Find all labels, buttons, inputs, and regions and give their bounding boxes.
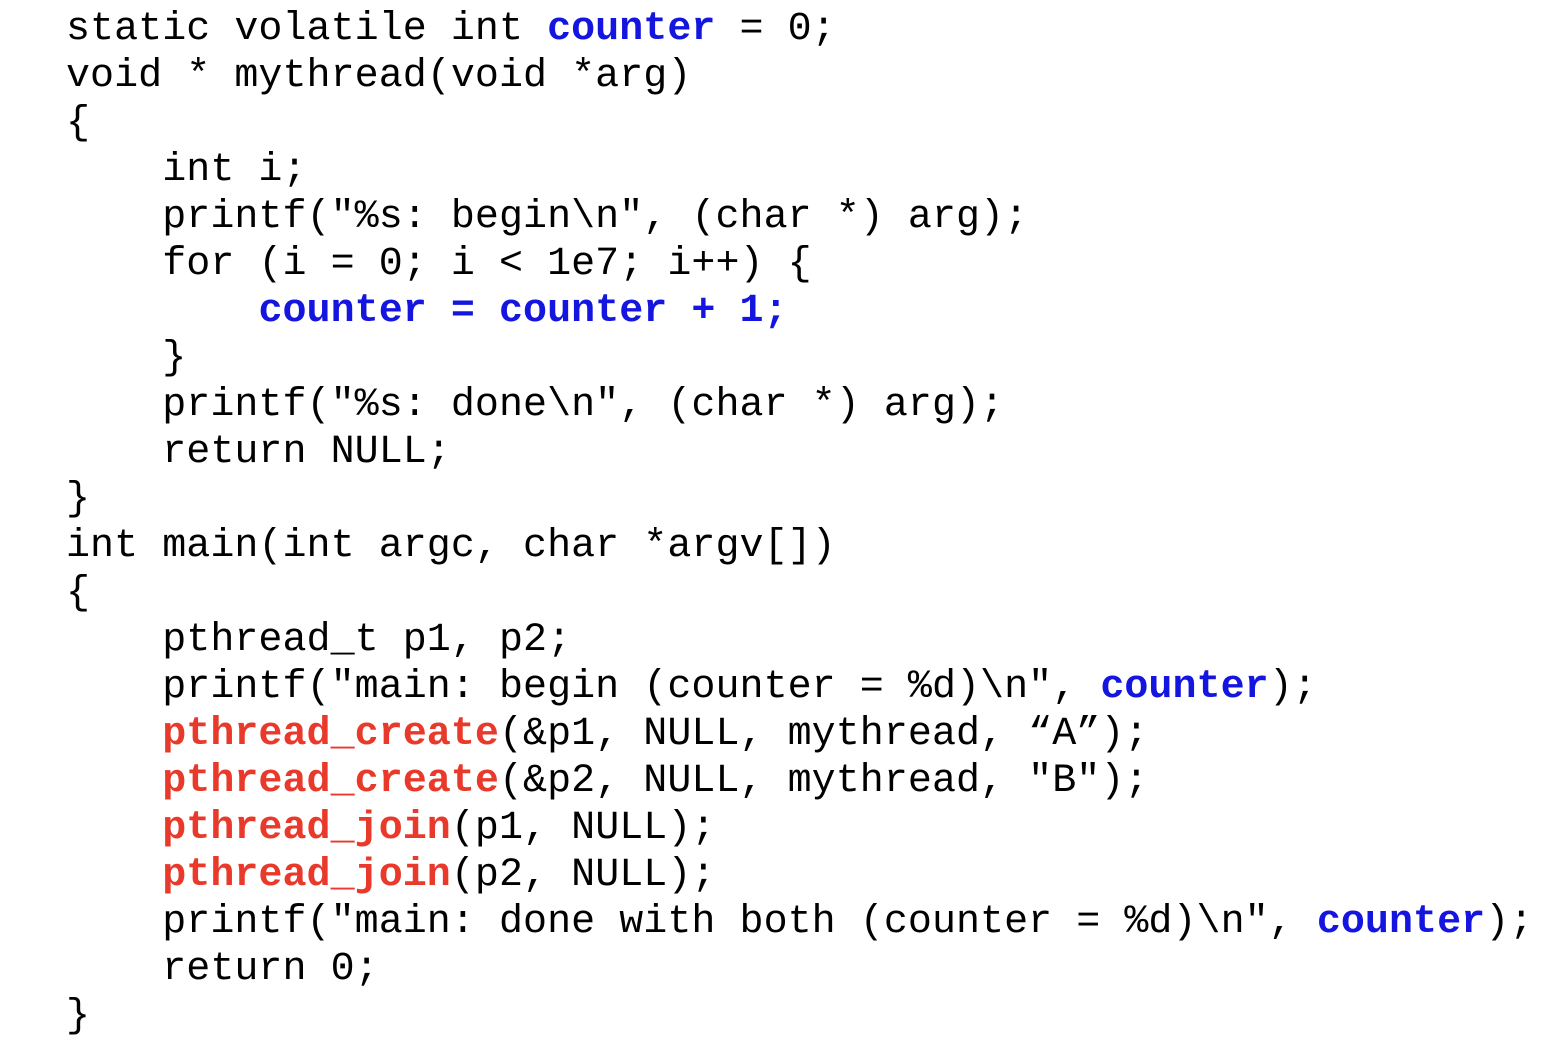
code-line: { bbox=[66, 570, 1545, 617]
code-token-plain: int i; bbox=[66, 148, 307, 193]
code-line: pthread_t p1, p2; bbox=[66, 617, 1545, 664]
code-line: pthread_create(&p1, NULL, mythread, “A”)… bbox=[66, 711, 1545, 758]
code-line: int i; bbox=[66, 147, 1545, 194]
code-line: } bbox=[66, 993, 1545, 1040]
code-token-plain: } bbox=[66, 336, 187, 381]
code-token-function: pthread_create bbox=[162, 712, 499, 757]
code-token-plain: (p2, NULL); bbox=[450, 853, 716, 898]
code-line: int main(int argc, char *argv[]) bbox=[66, 523, 1545, 570]
code-token-plain: } bbox=[66, 994, 91, 1039]
code-line: static volatile int counter = 0; bbox=[66, 6, 1545, 53]
code-token-plain: printf("main: begin (counter = %d)\n", bbox=[66, 665, 1101, 710]
code-token-plain: printf("%s: done\n", (char *) arg); bbox=[66, 383, 1005, 428]
code-listing: static volatile int counter = 0; void * m… bbox=[0, 0, 1545, 1040]
code-token-function: pthread_join bbox=[162, 853, 451, 898]
code-token-variable: counter bbox=[1100, 665, 1269, 710]
code-token-plain: ); bbox=[1485, 900, 1534, 945]
code-token-variable: counter = counter + 1; bbox=[258, 289, 788, 334]
code-token-plain: } bbox=[66, 477, 91, 522]
code-token-plain: = 0; bbox=[715, 7, 836, 52]
code-line: return 0; bbox=[66, 946, 1545, 993]
code-token-variable: counter bbox=[547, 7, 716, 52]
code-token-plain: void * mythread(void *arg) bbox=[66, 54, 692, 99]
code-token-plain: (&p2, NULL, mythread, "B"); bbox=[498, 759, 1149, 804]
code-token-plain: printf("main: done with both (counter = … bbox=[66, 900, 1317, 945]
code-token-function: pthread_join bbox=[162, 806, 451, 851]
code-token-plain: static volatile int bbox=[66, 7, 548, 52]
code-token-function: pthread_create bbox=[162, 759, 499, 804]
code-token-variable: counter bbox=[1316, 900, 1486, 945]
code-token-plain: { bbox=[66, 571, 91, 616]
code-line: printf("%s: begin\n", (char *) arg); bbox=[66, 194, 1545, 241]
code-token-plain: printf("%s: begin\n", (char *) arg); bbox=[66, 195, 1029, 240]
code-line: printf("main: begin (counter = %d)\n", c… bbox=[66, 664, 1545, 711]
code-line: pthread_join(p1, NULL); bbox=[66, 805, 1545, 852]
code-token-plain: return 0; bbox=[66, 947, 379, 992]
code-token-plain: pthread_t p1, p2; bbox=[66, 618, 572, 663]
code-line: return NULL; bbox=[66, 429, 1545, 476]
code-line: { bbox=[66, 100, 1545, 147]
code-line: counter = counter + 1; bbox=[66, 288, 1545, 335]
code-token-plain: (&p1, NULL, mythread, “A”); bbox=[498, 712, 1149, 757]
code-line: void * mythread(void *arg) bbox=[66, 53, 1545, 100]
code-token-plain: { bbox=[66, 101, 91, 146]
code-line: pthread_create(&p2, NULL, mythread, "B")… bbox=[66, 758, 1545, 805]
code-line: pthread_join(p2, NULL); bbox=[66, 852, 1545, 899]
code-line: for (i = 0; i < 1e7; i++) { bbox=[66, 241, 1545, 288]
code-token-plain: for (i = 0; i < 1e7; i++) { bbox=[66, 242, 812, 287]
code-token-plain: ); bbox=[1268, 665, 1317, 710]
code-token-plain: return NULL; bbox=[66, 430, 451, 475]
code-line: printf("main: done with both (counter = … bbox=[66, 899, 1545, 946]
code-token-plain: (p1, NULL); bbox=[450, 806, 716, 851]
code-token-plain: int main(int argc, char *argv[]) bbox=[66, 524, 836, 569]
code-line: } bbox=[66, 476, 1545, 523]
code-line: printf("%s: done\n", (char *) arg); bbox=[66, 382, 1545, 429]
code-line: } bbox=[66, 335, 1545, 382]
